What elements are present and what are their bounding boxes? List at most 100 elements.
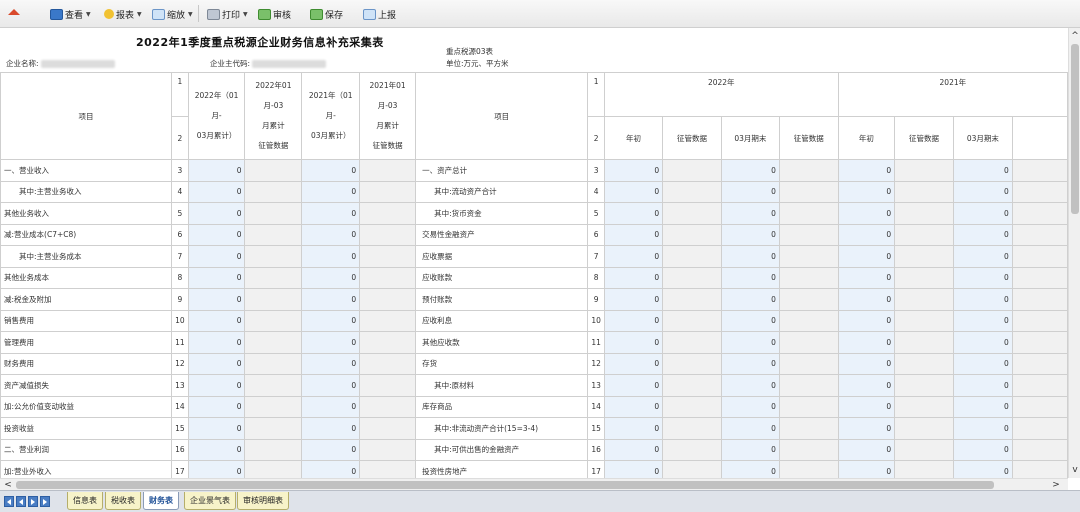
value-cell[interactable]: 0: [720, 417, 780, 440]
value-cell[interactable]: 0: [720, 202, 780, 225]
value-cell[interactable]: 0: [952, 352, 1013, 375]
value-cell[interactable]: 0: [187, 309, 246, 332]
value-cell[interactable]: 0: [837, 374, 896, 397]
value-cell[interactable]: 0: [720, 460, 780, 478]
value-cell[interactable]: 0: [837, 180, 896, 203]
upload-button[interactable]: 上报: [363, 6, 396, 22]
value-cell[interactable]: 0: [603, 159, 664, 182]
sheet-tab[interactable]: 企业景气表: [184, 492, 236, 510]
print-menu-button[interactable]: 打印 ▼: [207, 6, 248, 22]
value-cell[interactable]: 0: [720, 352, 780, 375]
value-cell[interactable]: 0: [603, 266, 664, 289]
view-menu-button[interactable]: 查看 ▼: [50, 6, 91, 22]
value-cell[interactable]: 0: [720, 223, 780, 246]
value-cell[interactable]: 0: [720, 245, 780, 268]
value-cell[interactable]: 0: [837, 460, 896, 478]
value-cell[interactable]: 0: [952, 309, 1013, 332]
value-cell[interactable]: 0: [603, 309, 664, 332]
value-cell[interactable]: 0: [837, 352, 896, 375]
vertical-scroll-thumb[interactable]: [1071, 44, 1079, 214]
value-cell[interactable]: 0: [603, 374, 664, 397]
value-cell[interactable]: 0: [187, 202, 246, 225]
value-cell[interactable]: 0: [301, 266, 361, 289]
value-cell[interactable]: 0: [187, 180, 246, 203]
review-button[interactable]: 审核: [258, 6, 291, 22]
report-menu-button[interactable]: 报表 ▼: [104, 6, 142, 22]
horizontal-scroll-thumb[interactable]: [16, 481, 994, 489]
value-cell[interactable]: 0: [837, 309, 896, 332]
value-cell[interactable]: 0: [301, 395, 361, 418]
prev-sheet-icon[interactable]: [16, 496, 26, 507]
value-cell[interactable]: 0: [837, 159, 896, 182]
value-cell[interactable]: 0: [720, 266, 780, 289]
first-sheet-icon[interactable]: [4, 496, 14, 507]
value-cell[interactable]: 0: [952, 395, 1013, 418]
value-cell[interactable]: 0: [952, 180, 1013, 203]
value-cell[interactable]: 0: [952, 460, 1013, 478]
value-cell[interactable]: 0: [952, 438, 1013, 461]
save-button[interactable]: 保存: [310, 6, 343, 22]
value-cell[interactable]: 0: [837, 223, 896, 246]
value-cell[interactable]: 0: [187, 245, 246, 268]
sheet-tab[interactable]: 税收表: [105, 492, 141, 510]
value-cell[interactable]: 0: [301, 159, 361, 182]
value-cell[interactable]: 0: [837, 417, 896, 440]
value-cell[interactable]: 0: [837, 395, 896, 418]
value-cell[interactable]: 0: [603, 288, 664, 311]
value-cell[interactable]: 0: [603, 395, 664, 418]
vertical-scrollbar[interactable]: ^ v: [1068, 28, 1080, 478]
value-cell[interactable]: 0: [952, 159, 1013, 182]
value-cell[interactable]: 0: [187, 223, 246, 246]
value-cell[interactable]: 0: [837, 288, 896, 311]
value-cell[interactable]: 0: [952, 417, 1013, 440]
value-cell[interactable]: 0: [187, 331, 246, 354]
value-cell[interactable]: 0: [837, 202, 896, 225]
scroll-down-icon[interactable]: v: [1070, 464, 1080, 476]
value-cell[interactable]: 0: [720, 180, 780, 203]
value-cell[interactable]: 0: [837, 245, 896, 268]
value-cell[interactable]: 0: [603, 223, 664, 246]
sheet-tab[interactable]: 财务表: [143, 492, 179, 510]
value-cell[interactable]: 0: [187, 438, 246, 461]
value-cell[interactable]: 0: [603, 245, 664, 268]
value-cell[interactable]: 0: [187, 460, 246, 478]
value-cell[interactable]: 0: [301, 460, 361, 478]
value-cell[interactable]: 0: [952, 202, 1013, 225]
value-cell[interactable]: 0: [603, 417, 664, 440]
value-cell[interactable]: 0: [720, 309, 780, 332]
value-cell[interactable]: 0: [301, 438, 361, 461]
value-cell[interactable]: 0: [952, 288, 1013, 311]
horizontal-scrollbar[interactable]: < >: [0, 478, 1068, 490]
value-cell[interactable]: 0: [603, 460, 664, 478]
value-cell[interactable]: 0: [301, 202, 361, 225]
value-cell[interactable]: 0: [603, 352, 664, 375]
value-cell[interactable]: 0: [952, 331, 1013, 354]
value-cell[interactable]: 0: [952, 266, 1013, 289]
value-cell[interactable]: 0: [603, 331, 664, 354]
sheet-tab[interactable]: 信息表: [67, 492, 103, 510]
value-cell[interactable]: 0: [952, 223, 1013, 246]
last-sheet-icon[interactable]: [40, 496, 50, 507]
value-cell[interactable]: 0: [301, 223, 361, 246]
value-cell[interactable]: 0: [187, 395, 246, 418]
value-cell[interactable]: 0: [301, 309, 361, 332]
next-sheet-icon[interactable]: [28, 496, 38, 507]
value-cell[interactable]: 0: [301, 374, 361, 397]
value-cell[interactable]: 0: [837, 331, 896, 354]
value-cell[interactable]: 0: [301, 417, 361, 440]
value-cell[interactable]: 0: [301, 288, 361, 311]
value-cell[interactable]: 0: [301, 331, 361, 354]
sheet-tab[interactable]: 审核明细表: [237, 492, 289, 510]
value-cell[interactable]: 0: [603, 202, 664, 225]
value-cell[interactable]: 0: [603, 180, 664, 203]
value-cell[interactable]: 0: [187, 288, 246, 311]
value-cell[interactable]: 0: [837, 438, 896, 461]
value-cell[interactable]: 0: [720, 288, 780, 311]
value-cell[interactable]: 0: [720, 374, 780, 397]
value-cell[interactable]: 0: [837, 266, 896, 289]
scroll-up-icon[interactable]: ^: [1070, 30, 1080, 42]
value-cell[interactable]: 0: [187, 374, 246, 397]
value-cell[interactable]: 0: [187, 417, 246, 440]
value-cell[interactable]: 0: [301, 352, 361, 375]
value-cell[interactable]: 0: [952, 374, 1013, 397]
